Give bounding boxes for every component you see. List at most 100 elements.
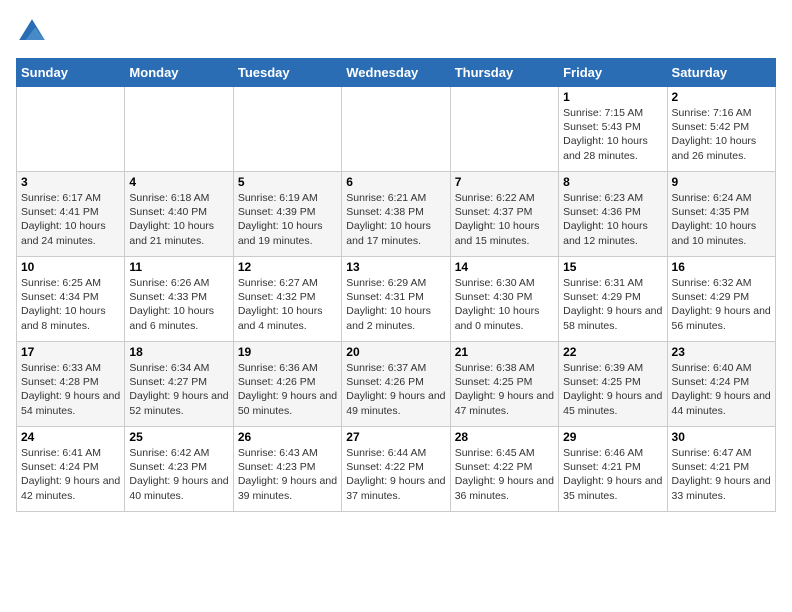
- calendar-cell: [233, 87, 341, 172]
- day-number: 15: [563, 260, 662, 274]
- day-number: 2: [672, 90, 771, 104]
- day-number: 4: [129, 175, 228, 189]
- day-info: Sunrise: 6:38 AM Sunset: 4:25 PM Dayligh…: [455, 361, 554, 418]
- calendar-cell: 11 Sunrise: 6:26 AM Sunset: 4:33 PM Dayli…: [125, 257, 233, 342]
- page-header: [16, 16, 776, 48]
- day-info: Sunrise: 6:41 AM Sunset: 4:24 PM Dayligh…: [21, 446, 120, 503]
- day-info: Sunrise: 7:15 AM Sunset: 5:43 PM Dayligh…: [563, 106, 662, 163]
- calendar-header-friday: Friday: [559, 59, 667, 87]
- day-number: 13: [346, 260, 445, 274]
- day-info: Sunrise: 6:29 AM Sunset: 4:31 PM Dayligh…: [346, 276, 445, 333]
- calendar-cell: 9 Sunrise: 6:24 AM Sunset: 4:35 PM Daylig…: [667, 172, 775, 257]
- calendar-cell: 28Sunrise: 6:45 AM Sunset: 4:22 PM Dayli…: [450, 427, 558, 512]
- calendar-cell: 5 Sunrise: 6:19 AM Sunset: 4:39 PM Daylig…: [233, 172, 341, 257]
- calendar-cell: 27 Sunrise: 6:44 AM Sunset: 4:22 PM Dayli…: [342, 427, 450, 512]
- day-info: Sunrise: 6:30 AM Sunset: 4:30 PM Dayligh…: [455, 276, 554, 333]
- day-number: 25: [129, 430, 228, 444]
- day-number: 11: [129, 260, 228, 274]
- day-number: 22: [563, 345, 662, 359]
- day-info: Sunrise: 6:36 AM Sunset: 4:26 PM Dayligh…: [238, 361, 337, 418]
- day-info: Sunrise: 6:32 AM Sunset: 4:29 PM Dayligh…: [672, 276, 771, 333]
- calendar-header-monday: Monday: [125, 59, 233, 87]
- day-info: Sunrise: 6:39 AM Sunset: 4:25 PM Dayligh…: [563, 361, 662, 418]
- calendar-cell: 30Sunrise: 6:47 AM Sunset: 4:21 PM Dayli…: [667, 427, 775, 512]
- calendar-header-saturday: Saturday: [667, 59, 775, 87]
- day-info: Sunrise: 6:17 AM Sunset: 4:41 PM Dayligh…: [21, 191, 120, 248]
- calendar-cell: 3 Sunrise: 6:17 AM Sunset: 4:41 PM Daylig…: [17, 172, 125, 257]
- calendar-cell: 15 Sunrise: 6:31 AM Sunset: 4:29 PM Dayli…: [559, 257, 667, 342]
- day-number: 5: [238, 175, 337, 189]
- day-info: Sunrise: 6:43 AM Sunset: 4:23 PM Dayligh…: [238, 446, 337, 503]
- day-number: 9: [672, 175, 771, 189]
- calendar-header-sunday: Sunday: [17, 59, 125, 87]
- day-number: 19: [238, 345, 337, 359]
- calendar-cell: 19 Sunrise: 6:36 AM Sunset: 4:26 PM Dayli…: [233, 342, 341, 427]
- day-number: 18: [129, 345, 228, 359]
- day-number: 10: [21, 260, 120, 274]
- calendar-cell: 13 Sunrise: 6:29 AM Sunset: 4:31 PM Dayli…: [342, 257, 450, 342]
- day-info: Sunrise: 6:40 AM Sunset: 4:24 PM Dayligh…: [672, 361, 771, 418]
- day-info: Sunrise: 6:22 AM Sunset: 4:37 PM Dayligh…: [455, 191, 554, 248]
- calendar-table: SundayMondayTuesdayWednesdayThursdayFrid…: [16, 58, 776, 512]
- calendar-cell: 10 Sunrise: 6:25 AM Sunset: 4:34 PM Dayli…: [17, 257, 125, 342]
- day-number: 24: [21, 430, 120, 444]
- day-info: Sunrise: 6:18 AM Sunset: 4:40 PM Dayligh…: [129, 191, 228, 248]
- calendar-week-row: 3 Sunrise: 6:17 AM Sunset: 4:41 PM Daylig…: [17, 172, 776, 257]
- day-info: Sunrise: 6:34 AM Sunset: 4:27 PM Dayligh…: [129, 361, 228, 418]
- day-number: 12: [238, 260, 337, 274]
- day-number: 27: [346, 430, 445, 444]
- calendar-cell: 2 Sunrise: 7:16 AM Sunset: 5:42 PM Daylig…: [667, 87, 775, 172]
- day-info: Sunrise: 6:37 AM Sunset: 4:26 PM Dayligh…: [346, 361, 445, 418]
- day-number: 6: [346, 175, 445, 189]
- calendar-header-thursday: Thursday: [450, 59, 558, 87]
- calendar-header-wednesday: Wednesday: [342, 59, 450, 87]
- day-number: 29: [563, 430, 662, 444]
- calendar-cell: 14Sunrise: 6:30 AM Sunset: 4:30 PM Dayli…: [450, 257, 558, 342]
- calendar-cell: 22 Sunrise: 6:39 AM Sunset: 4:25 PM Dayli…: [559, 342, 667, 427]
- day-info: Sunrise: 6:19 AM Sunset: 4:39 PM Dayligh…: [238, 191, 337, 248]
- day-number: 1: [563, 90, 662, 104]
- calendar-header-tuesday: Tuesday: [233, 59, 341, 87]
- calendar-cell: [450, 87, 558, 172]
- calendar-cell: 16Sunrise: 6:32 AM Sunset: 4:29 PM Dayli…: [667, 257, 775, 342]
- calendar-cell: 23 Sunrise: 6:40 AM Sunset: 4:24 PM Dayli…: [667, 342, 775, 427]
- calendar-week-row: 10 Sunrise: 6:25 AM Sunset: 4:34 PM Dayli…: [17, 257, 776, 342]
- calendar-cell: 20 Sunrise: 6:37 AM Sunset: 4:26 PM Dayli…: [342, 342, 450, 427]
- logo: [16, 16, 52, 48]
- calendar-week-row: 24 Sunrise: 6:41 AM Sunset: 4:24 PM Dayli…: [17, 427, 776, 512]
- day-info: Sunrise: 6:24 AM Sunset: 4:35 PM Dayligh…: [672, 191, 771, 248]
- day-info: Sunrise: 6:25 AM Sunset: 4:34 PM Dayligh…: [21, 276, 120, 333]
- day-info: Sunrise: 6:44 AM Sunset: 4:22 PM Dayligh…: [346, 446, 445, 503]
- calendar-cell: 4 Sunrise: 6:18 AM Sunset: 4:40 PM Daylig…: [125, 172, 233, 257]
- day-number: 7: [455, 175, 554, 189]
- day-number: 17: [21, 345, 120, 359]
- calendar-cell: 7 Sunrise: 6:22 AM Sunset: 4:37 PM Daylig…: [450, 172, 558, 257]
- day-number: 23: [672, 345, 771, 359]
- day-info: Sunrise: 6:21 AM Sunset: 4:38 PM Dayligh…: [346, 191, 445, 248]
- day-number: 8: [563, 175, 662, 189]
- day-number: 20: [346, 345, 445, 359]
- day-number: 21: [455, 345, 554, 359]
- calendar-week-row: 1 Sunrise: 7:15 AM Sunset: 5:43 PM Daylig…: [17, 87, 776, 172]
- day-number: 3: [21, 175, 120, 189]
- day-info: Sunrise: 6:23 AM Sunset: 4:36 PM Dayligh…: [563, 191, 662, 248]
- calendar-cell: 6 Sunrise: 6:21 AM Sunset: 4:38 PM Daylig…: [342, 172, 450, 257]
- day-info: Sunrise: 6:26 AM Sunset: 4:33 PM Dayligh…: [129, 276, 228, 333]
- day-number: 26: [238, 430, 337, 444]
- calendar-cell: 26 Sunrise: 6:43 AM Sunset: 4:23 PM Dayli…: [233, 427, 341, 512]
- calendar-cell: 12 Sunrise: 6:27 AM Sunset: 4:32 PM Dayli…: [233, 257, 341, 342]
- calendar-cell: [125, 87, 233, 172]
- calendar-week-row: 17Sunrise: 6:33 AM Sunset: 4:28 PM Dayli…: [17, 342, 776, 427]
- calendar-header-row: SundayMondayTuesdayWednesdayThursdayFrid…: [17, 59, 776, 87]
- day-info: Sunrise: 6:27 AM Sunset: 4:32 PM Dayligh…: [238, 276, 337, 333]
- day-info: Sunrise: 6:47 AM Sunset: 4:21 PM Dayligh…: [672, 446, 771, 503]
- calendar-cell: 29 Sunrise: 6:46 AM Sunset: 4:21 PM Dayli…: [559, 427, 667, 512]
- day-info: Sunrise: 6:46 AM Sunset: 4:21 PM Dayligh…: [563, 446, 662, 503]
- calendar-cell: 24 Sunrise: 6:41 AM Sunset: 4:24 PM Dayli…: [17, 427, 125, 512]
- day-info: Sunrise: 7:16 AM Sunset: 5:42 PM Dayligh…: [672, 106, 771, 163]
- calendar-cell: 8 Sunrise: 6:23 AM Sunset: 4:36 PM Daylig…: [559, 172, 667, 257]
- logo-icon: [16, 16, 48, 48]
- day-info: Sunrise: 6:31 AM Sunset: 4:29 PM Dayligh…: [563, 276, 662, 333]
- day-info: Sunrise: 6:42 AM Sunset: 4:23 PM Dayligh…: [129, 446, 228, 503]
- calendar-cell: 25 Sunrise: 6:42 AM Sunset: 4:23 PM Dayli…: [125, 427, 233, 512]
